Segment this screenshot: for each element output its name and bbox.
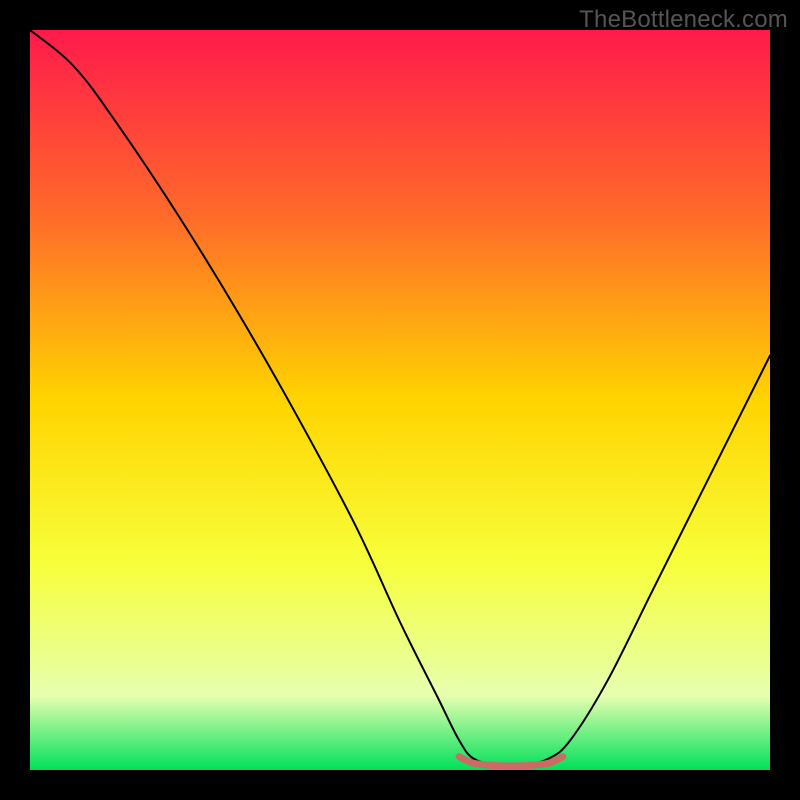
chart-frame: TheBottleneck.com bbox=[0, 0, 800, 800]
plot-area bbox=[30, 30, 770, 770]
chart-svg bbox=[30, 30, 770, 770]
gradient-background bbox=[30, 30, 770, 770]
